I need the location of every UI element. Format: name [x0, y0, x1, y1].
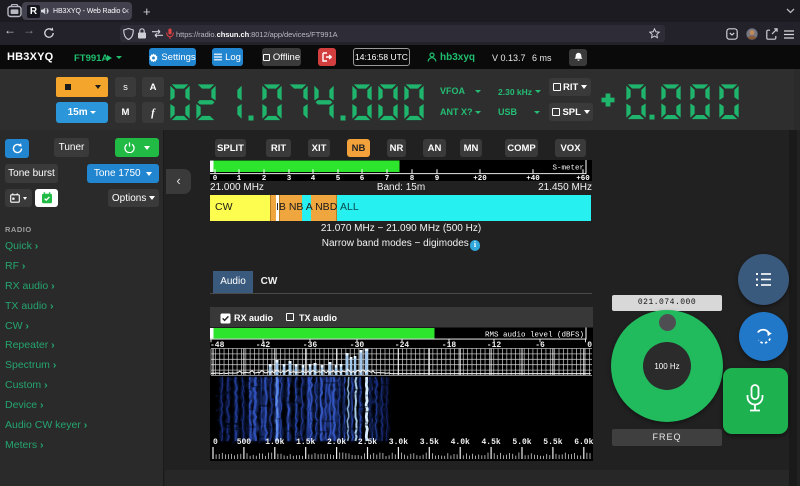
- svg-text:2.5k: 2.5k: [358, 438, 377, 447]
- svg-text:1.0k: 1.0k: [265, 438, 284, 447]
- svg-text:6.0k: 6.0k: [574, 438, 593, 447]
- svg-text:5.5k: 5.5k: [543, 438, 562, 447]
- svg-text:2.0k: 2.0k: [327, 438, 346, 447]
- svg-text:0: 0: [213, 438, 218, 447]
- svg-text:4.0k: 4.0k: [451, 438, 470, 447]
- svg-text:3.0k: 3.0k: [389, 438, 408, 447]
- svg-text:4.5k: 4.5k: [481, 438, 500, 447]
- svg-text:3.5k: 3.5k: [420, 438, 439, 447]
- svg-text:1.5k: 1.5k: [296, 438, 315, 447]
- svg-text:500: 500: [237, 438, 252, 447]
- svg-text:5.0k: 5.0k: [512, 438, 531, 447]
- svg-text:RMS audio level (dBFS): RMS audio level (dBFS): [485, 332, 584, 340]
